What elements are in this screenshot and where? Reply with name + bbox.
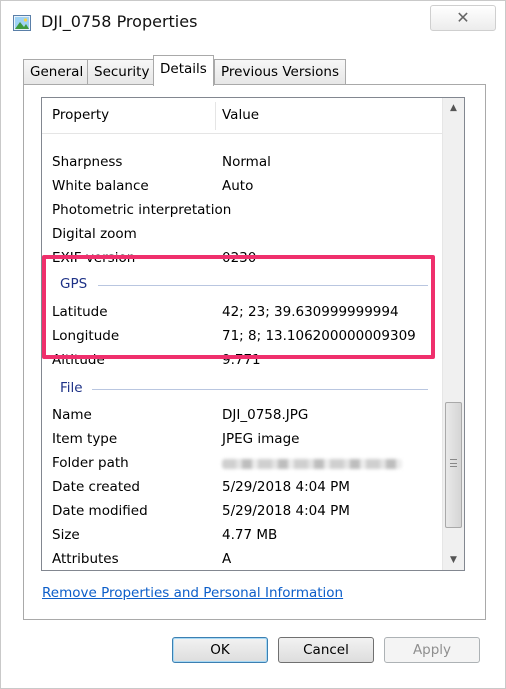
redacted-folder-path [222, 459, 402, 469]
column-header-value[interactable]: Value [222, 107, 259, 123]
grip-icon [450, 459, 457, 467]
group-label-gps: GPS [60, 276, 88, 292]
list-item[interactable]: Latitude 42; 23; 39.630999999994 [42, 300, 442, 324]
property-value: 71; 8; 13.106200000009309 [222, 328, 416, 344]
list-item[interactable]: Folder path [42, 451, 442, 475]
properties-window: DJI_0758 Properties ✕ General Security D… [0, 0, 506, 689]
property-value: 0230 [222, 250, 257, 266]
property-value: A [222, 551, 232, 567]
tab-general[interactable]: General [23, 59, 91, 85]
property-value: 5/29/2018 4:04 PM [222, 503, 350, 519]
vertical-scrollbar[interactable]: ▲ ▼ [442, 98, 464, 570]
list-item[interactable]: Digital zoom [42, 222, 442, 246]
scrollbar-thumb[interactable] [445, 402, 462, 528]
property-name: Photometric interpretation [52, 202, 232, 218]
property-value: Normal [222, 154, 271, 170]
remove-properties-link[interactable]: Remove Properties and Personal Informati… [42, 585, 343, 601]
property-name: Size [52, 527, 80, 543]
details-panel: Property Value Sharpness Normal White ba… [23, 84, 486, 620]
property-value: DJI_0758.JPG [222, 407, 309, 423]
group-label-file: File [60, 380, 83, 396]
property-name: Item type [52, 431, 118, 447]
title-bar: DJI_0758 Properties ✕ [1, 1, 505, 45]
property-value: 9.771 [222, 352, 261, 368]
list-item[interactable]: Name DJI_0758.JPG [42, 403, 442, 427]
property-name: Longitude [52, 328, 120, 344]
group-header-file: File [42, 378, 442, 400]
list-item[interactable]: Sharpness Normal [42, 150, 442, 174]
apply-button[interactable]: Apply [384, 637, 480, 663]
image-file-icon [13, 15, 31, 31]
property-name: Date created [52, 479, 140, 495]
property-name: EXIF version [52, 250, 136, 266]
ok-button[interactable]: OK [172, 637, 268, 663]
property-name: White balance [52, 178, 149, 194]
group-divider [92, 389, 428, 390]
close-button[interactable]: ✕ [430, 5, 496, 31]
property-name: Folder path [52, 455, 129, 471]
tab-strip: General Security Details Previous Versio… [23, 55, 503, 86]
tab-details[interactable]: Details [153, 55, 214, 86]
property-name: Digital zoom [52, 226, 137, 242]
property-name: Name [52, 407, 92, 423]
property-name: Attributes [52, 551, 119, 567]
scroll-up-arrow-icon[interactable]: ▲ [443, 98, 464, 118]
property-name: Latitude [52, 304, 108, 320]
list-header: Property Value [42, 98, 442, 134]
scroll-down-arrow-icon[interactable]: ▼ [443, 550, 464, 570]
group-divider [98, 285, 428, 286]
column-divider[interactable] [215, 102, 216, 130]
list-item[interactable]: White balance Auto [42, 174, 442, 198]
list-item[interactable]: Date modified 5/29/2018 4:04 PM [42, 499, 442, 523]
list-item[interactable]: Offline availability [42, 568, 442, 570]
property-value: 4.77 MB [222, 527, 278, 543]
list-item[interactable]: Date created 5/29/2018 4:04 PM [42, 475, 442, 499]
list-item[interactable]: EXIF version 0230 [42, 246, 442, 270]
properties-list[interactable]: Property Value Sharpness Normal White ba… [41, 97, 465, 571]
property-name: Altitude [52, 352, 105, 368]
tab-previous-versions[interactable]: Previous Versions [214, 59, 347, 85]
list-item[interactable]: Item type JPEG image [42, 427, 442, 451]
list-item[interactable]: Photometric interpretation [42, 198, 442, 222]
cancel-button[interactable]: Cancel [278, 637, 374, 663]
property-name: Sharpness [52, 154, 123, 170]
property-value: 5/29/2018 4:04 PM [222, 479, 350, 495]
group-header-gps: GPS [42, 274, 442, 296]
close-icon: ✕ [456, 8, 470, 27]
property-value: 42; 23; 39.630999999994 [222, 304, 399, 320]
window-title: DJI_0758 Properties [41, 12, 198, 31]
property-name: Date modified [52, 503, 148, 519]
column-header-property[interactable]: Property [52, 107, 109, 123]
property-value: Auto [222, 178, 254, 194]
tab-security[interactable]: Security [87, 59, 157, 85]
list-item[interactable]: Size 4.77 MB [42, 523, 442, 547]
list-item[interactable]: Altitude 9.771 [42, 348, 442, 372]
property-value: JPEG image [222, 431, 300, 447]
list-item[interactable]: Longitude 71; 8; 13.106200000009309 [42, 324, 442, 348]
